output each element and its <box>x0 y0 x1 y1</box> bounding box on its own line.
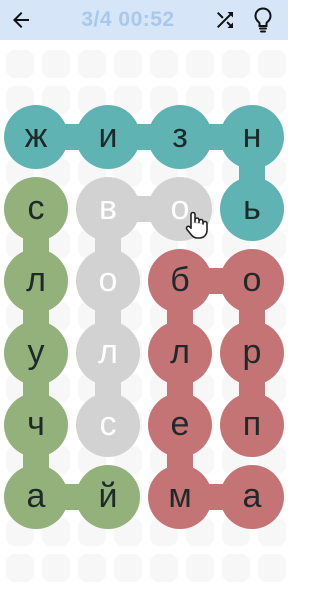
letter-tile-r3-c1[interactable]: л <box>76 321 140 385</box>
letter-tile-r3-c2[interactable]: л <box>148 321 212 385</box>
letter-tile-r4-c2[interactable]: е <box>148 393 212 457</box>
letter-tile-r5-c1[interactable]: й <box>76 465 140 529</box>
letter-tile-r0-c3[interactable]: н <box>220 105 284 169</box>
letter-tile-r4-c0[interactable]: ч <box>4 393 68 457</box>
letter-tile-r0-c1[interactable]: и <box>76 105 140 169</box>
letter-tile-r5-c0[interactable]: а <box>4 465 68 529</box>
letter-board[interactable]: жизнсвоьлобоуллрчсепайма <box>0 0 288 592</box>
letter-tile-r0-c2[interactable]: з <box>148 105 212 169</box>
letter-tile-r2-c3[interactable]: о <box>220 249 284 313</box>
letter-tile-r5-c2[interactable]: м <box>148 465 212 529</box>
letter-tile-r2-c1[interactable]: о <box>76 249 140 313</box>
letter-tile-r4-c3[interactable]: п <box>220 393 284 457</box>
letter-tile-r3-c3[interactable]: р <box>220 321 284 385</box>
letter-tile-r0-c0[interactable]: ж <box>4 105 68 169</box>
letter-tile-r2-c2[interactable]: б <box>148 249 212 313</box>
letter-tile-r1-c1[interactable]: в <box>76 177 140 241</box>
letter-tile-r2-c0[interactable]: л <box>4 249 68 313</box>
letter-tile-r1-c2[interactable]: о <box>148 177 212 241</box>
letter-tile-r5-c3[interactable]: а <box>220 465 284 529</box>
letter-tile-r4-c1[interactable]: с <box>76 393 140 457</box>
letter-tile-r1-c3[interactable]: ь <box>220 177 284 241</box>
letter-tile-r1-c0[interactable]: с <box>4 177 68 241</box>
letter-tile-r3-c0[interactable]: у <box>4 321 68 385</box>
